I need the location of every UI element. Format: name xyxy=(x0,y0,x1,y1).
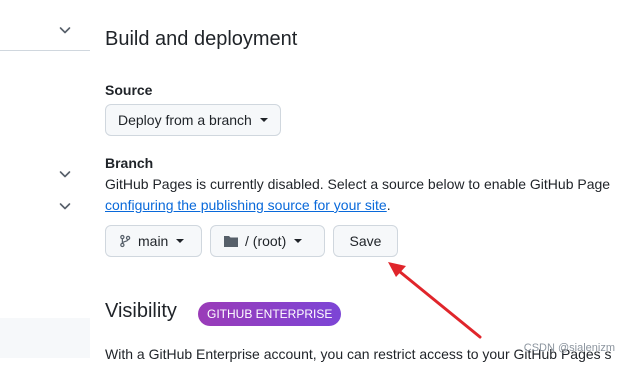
config-help-text: configuring the publishing source for yo… xyxy=(105,197,391,213)
link-suffix: . xyxy=(386,197,391,213)
chevron-down-icon[interactable] xyxy=(57,22,73,38)
annotation-arrow-icon xyxy=(388,262,482,339)
sidebar xyxy=(0,0,90,366)
branch-select-button[interactable]: main xyxy=(105,225,202,257)
chevron-down-icon[interactable] xyxy=(57,166,73,182)
branch-name: main xyxy=(138,233,169,249)
folder-icon xyxy=(223,234,239,248)
save-button[interactable]: Save xyxy=(333,225,398,257)
folder-name: / (root) xyxy=(245,233,287,249)
branch-label: Branch xyxy=(105,155,154,171)
sidebar-item-selected[interactable] xyxy=(0,318,90,358)
configuring-source-link[interactable]: configuring the publishing source for yo… xyxy=(105,197,387,213)
folder-select-button[interactable]: / (root) xyxy=(210,225,325,257)
visibility-title: Visibility xyxy=(105,300,177,322)
caret-down-icon xyxy=(176,239,185,243)
caret-down-icon xyxy=(294,239,303,243)
source-select-label: Deploy from a branch xyxy=(118,112,252,128)
sidebar-divider xyxy=(0,50,90,51)
build-deployment-title: Build and deployment xyxy=(105,28,298,50)
git-branch-icon xyxy=(118,234,132,248)
image-credit: CSDN @sialenizm xyxy=(523,342,615,354)
pages-disabled-description: GitHub Pages is currently disabled. Sele… xyxy=(105,176,611,192)
caret-down-icon xyxy=(259,118,268,122)
source-label: Source xyxy=(105,82,153,98)
chevron-down-icon[interactable] xyxy=(57,198,73,214)
source-select-button[interactable]: Deploy from a branch xyxy=(105,104,281,136)
github-enterprise-badge: GITHUB ENTERPRISE xyxy=(198,302,342,326)
